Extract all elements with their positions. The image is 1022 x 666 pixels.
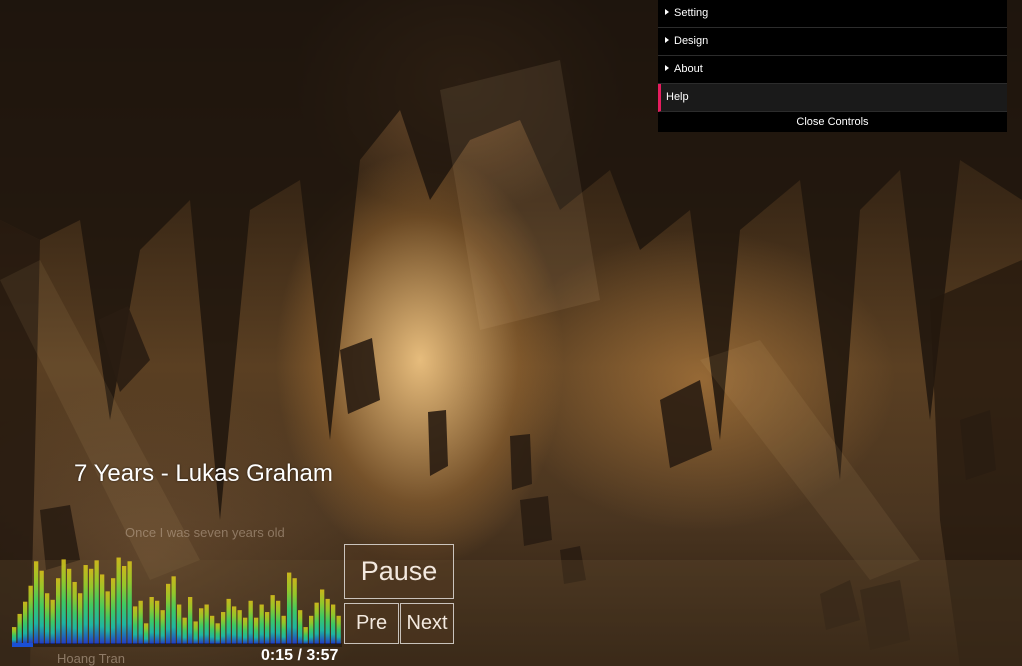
caret-right-icon <box>665 9 669 16</box>
time-display: 0:15 / 3:57 <box>261 647 339 664</box>
visualizer-bar <box>116 557 121 644</box>
menu-item-design[interactable]: Design <box>658 28 1007 56</box>
visualizer-bar <box>39 570 44 644</box>
visualizer-bar <box>155 600 160 644</box>
menu-item-about[interactable]: About <box>658 56 1007 84</box>
credit-text: Hoang Tran <box>57 651 125 666</box>
visualizer-bar <box>12 627 17 644</box>
visualizer-bar <box>89 568 94 644</box>
visualizer-bar <box>320 589 325 644</box>
visualizer-bar <box>248 600 253 644</box>
visualizer-bar <box>138 600 143 644</box>
visualizer-bar <box>122 565 127 644</box>
caret-right-icon <box>665 37 669 44</box>
progress-fill <box>12 643 33 647</box>
visualizer-bar <box>34 561 39 644</box>
lyric-line: Once I was seven years old <box>125 525 285 540</box>
previous-button[interactable]: Pre <box>344 603 399 644</box>
visualizer-bar <box>270 595 275 644</box>
visualizer-bar <box>309 615 314 644</box>
visualizer-bar <box>78 593 83 644</box>
visualizer-bar <box>298 610 303 644</box>
visualizer-bar <box>23 601 28 644</box>
visualizer-bar <box>105 591 110 644</box>
visualizer-bar <box>45 593 50 644</box>
visualizer-bar <box>287 572 292 644</box>
visualizer-bar <box>188 597 193 644</box>
visualizer-bar <box>94 560 99 644</box>
visualizer-bar <box>72 581 77 644</box>
visualizer-bar <box>133 606 138 644</box>
visualizer-bar <box>281 615 286 644</box>
controls-panel: Setting Design About Help Close Controls <box>658 0 1007 132</box>
visualizer-bar <box>160 610 165 644</box>
visualizer-bar <box>144 623 149 644</box>
next-button[interactable]: Next <box>400 603 454 644</box>
visualizer-bar <box>166 583 171 644</box>
visualizer-bar <box>61 559 66 644</box>
visualizer-bar <box>127 561 132 644</box>
visualizer-bar <box>314 602 319 644</box>
visualizer-bar <box>254 617 259 644</box>
audio-visualizer <box>12 557 341 644</box>
visualizer-bar <box>83 565 88 644</box>
menu-item-label: Setting <box>674 7 709 19</box>
visualizer-bar <box>199 608 204 644</box>
visualizer-bar <box>204 604 209 644</box>
visualizer-bar <box>303 627 308 644</box>
visualizer-bar <box>276 600 281 644</box>
menu-item-setting[interactable]: Setting <box>658 0 1007 28</box>
visualizer-bar <box>56 578 61 644</box>
visualizer-bar <box>226 598 231 644</box>
menu-item-help[interactable]: Help <box>658 84 1007 112</box>
visualizer-bar <box>177 604 182 644</box>
visualizer-bar <box>149 597 154 644</box>
visualizer-bar <box>325 598 330 644</box>
visualizer-bar <box>336 615 341 644</box>
song-title: 7 Years - Lukas Graham <box>74 460 333 487</box>
visualizer-bar <box>67 568 72 644</box>
visualizer-bar <box>232 606 237 644</box>
visualizer-bar <box>331 604 336 644</box>
visualizer-bar <box>215 623 220 644</box>
menu-item-label: About <box>674 63 703 75</box>
visualizer-bar <box>100 574 105 644</box>
visualizer-bar <box>171 576 176 644</box>
visualizer-bar <box>210 615 215 644</box>
visualizer-bar <box>243 617 248 644</box>
menu-item-label: Help <box>666 91 689 103</box>
visualizer-bar <box>193 621 198 644</box>
pause-button[interactable]: Pause <box>344 544 454 599</box>
visualizer-bar <box>221 612 226 644</box>
visualizer-bar <box>292 578 297 644</box>
menu-item-label: Design <box>674 35 709 47</box>
visualizer-bar <box>259 604 264 644</box>
visualizer-bar <box>50 599 55 644</box>
caret-right-icon <box>665 65 669 72</box>
visualizer-bar <box>265 612 270 644</box>
visualizer-bar <box>17 613 22 644</box>
visualizer-bar <box>111 578 116 644</box>
visualizer-bar <box>28 585 33 644</box>
visualizer-bar <box>182 617 187 644</box>
close-controls-button[interactable]: Close Controls <box>658 112 1007 132</box>
visualizer-bar <box>237 610 242 644</box>
